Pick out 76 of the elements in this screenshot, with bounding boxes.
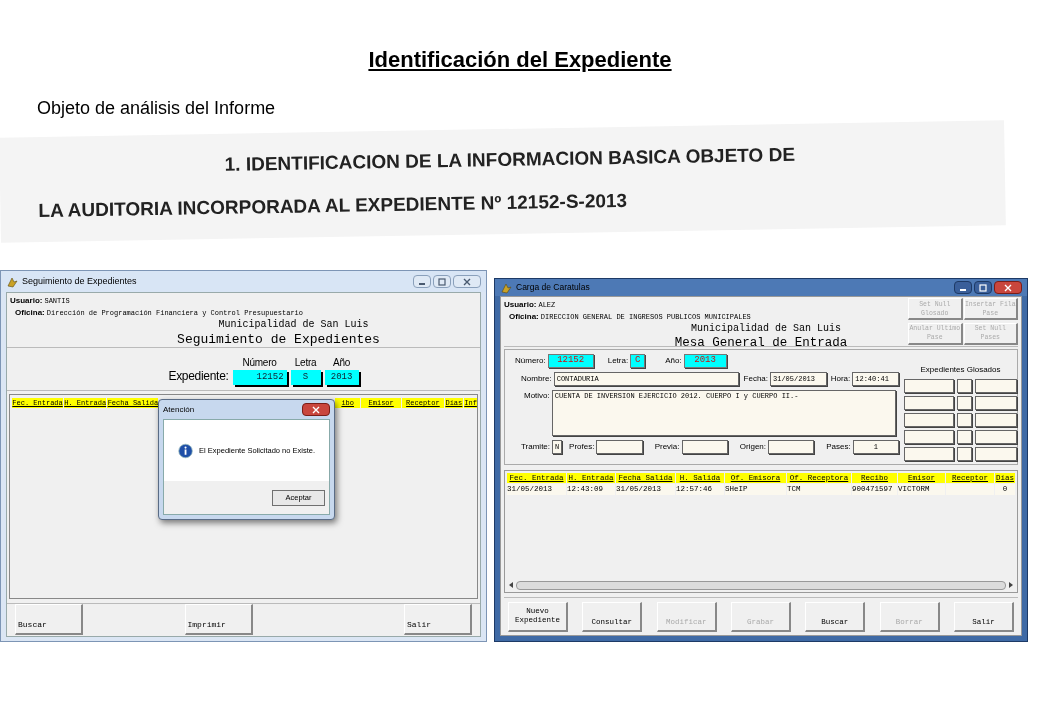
field-label: Hora: bbox=[830, 373, 851, 385]
input-field[interactable] bbox=[904, 396, 954, 410]
input-field[interactable] bbox=[904, 379, 954, 393]
input-field[interactable] bbox=[904, 430, 954, 444]
window-title: Seguimiento de Expedientes bbox=[22, 274, 137, 288]
minimize-button[interactable] bbox=[954, 281, 972, 294]
input-field[interactable]: 2013 bbox=[683, 354, 727, 368]
input-field[interactable] bbox=[975, 447, 1017, 461]
field-label: Usuario: bbox=[10, 295, 43, 307]
input-field[interactable] bbox=[975, 413, 1017, 427]
field-label: Año: bbox=[665, 355, 682, 367]
maximize-button[interactable] bbox=[974, 281, 992, 294]
input-field[interactable]: S bbox=[290, 370, 321, 385]
dialog-title: Atención bbox=[163, 403, 195, 416]
field-label: Tramite: bbox=[521, 441, 551, 453]
field-label: Año bbox=[333, 356, 351, 370]
maximize-icon bbox=[438, 277, 446, 286]
field-label: Usuario: bbox=[504, 299, 537, 311]
input-field[interactable] bbox=[957, 413, 972, 427]
input-field[interactable]: C bbox=[630, 354, 646, 368]
field-label: Expediente: bbox=[168, 368, 229, 385]
field-label: Pases: bbox=[826, 441, 851, 453]
input-field[interactable] bbox=[957, 396, 972, 410]
form-heading: Seguimiento de Expedientes bbox=[177, 331, 380, 348]
maximize-icon bbox=[979, 283, 987, 292]
action-button[interactable]: Imprimir bbox=[184, 604, 253, 635]
arrow-left-icon[interactable] bbox=[509, 582, 514, 588]
input-field[interactable] bbox=[957, 447, 972, 461]
input-field[interactable] bbox=[975, 396, 1017, 410]
horizontal-scrollbar[interactable] bbox=[507, 579, 1015, 591]
slide-title: Identificación del Expediente bbox=[368, 46, 672, 74]
input-field[interactable] bbox=[957, 430, 972, 444]
form-heading: Mesa General de Entrada bbox=[674, 335, 848, 352]
field-label: Origen: bbox=[739, 441, 767, 453]
input-field[interactable] bbox=[975, 379, 1017, 393]
input-field[interactable] bbox=[957, 379, 972, 393]
document-text: LA AUDITORIA INCORPORADA AL EXPEDIENTE Nº 12152-S-2013 bbox=[38, 188, 629, 223]
table-cell bbox=[946, 484, 994, 495]
field-label: Nombre: bbox=[521, 373, 552, 385]
arrow-right-icon[interactable] bbox=[1008, 582, 1013, 588]
input-field[interactable]: 12152 bbox=[232, 370, 287, 385]
close-icon bbox=[1004, 283, 1012, 292]
slide-subtitle: Objeto de análisis del Informe bbox=[37, 97, 277, 119]
document-text: 1. IDENTIFICACION DE LA INFORMACION BASICA OBJETO DE bbox=[224, 142, 797, 177]
field-label: Fecha: bbox=[743, 373, 768, 385]
input-field[interactable]: 2013 bbox=[324, 370, 359, 385]
input-field[interactable] bbox=[768, 440, 815, 454]
action-button[interactable]: Buscar bbox=[15, 604, 83, 635]
window-title: Carga de Caratulas bbox=[516, 281, 590, 294]
field-label: Motivo: bbox=[524, 390, 550, 402]
close-icon bbox=[463, 277, 471, 286]
organization-name: Municipalidad de San Luis bbox=[691, 323, 841, 336]
input-field[interactable] bbox=[681, 440, 728, 454]
section-title: Expedientes Glosados bbox=[919, 364, 1002, 376]
field-label: Profes: bbox=[569, 441, 595, 453]
input-field[interactable]: 12152 bbox=[547, 354, 594, 368]
field-label: Número bbox=[242, 356, 277, 370]
field-label: Oficina: bbox=[15, 307, 45, 319]
organization-name: Municipalidad de San Luis bbox=[218, 319, 369, 332]
close-icon bbox=[312, 405, 320, 414]
app-icon bbox=[6, 275, 18, 288]
field-label: Previa: bbox=[654, 441, 680, 453]
input-field[interactable] bbox=[596, 440, 643, 454]
app-icon bbox=[500, 281, 512, 294]
field-label: Letra: bbox=[607, 355, 629, 367]
field-label: Número: bbox=[515, 355, 546, 367]
action-button[interactable]: Salir bbox=[404, 604, 472, 635]
close-button[interactable] bbox=[994, 281, 1022, 294]
input-field[interactable] bbox=[975, 430, 1017, 444]
minimize-button[interactable] bbox=[413, 275, 431, 288]
field-label: Oficina: bbox=[509, 311, 539, 323]
input-field[interactable] bbox=[904, 413, 954, 427]
input-field[interactable] bbox=[904, 447, 954, 461]
close-button[interactable] bbox=[453, 275, 481, 288]
field-label: Letra bbox=[294, 356, 317, 370]
close-button[interactable] bbox=[302, 403, 330, 416]
